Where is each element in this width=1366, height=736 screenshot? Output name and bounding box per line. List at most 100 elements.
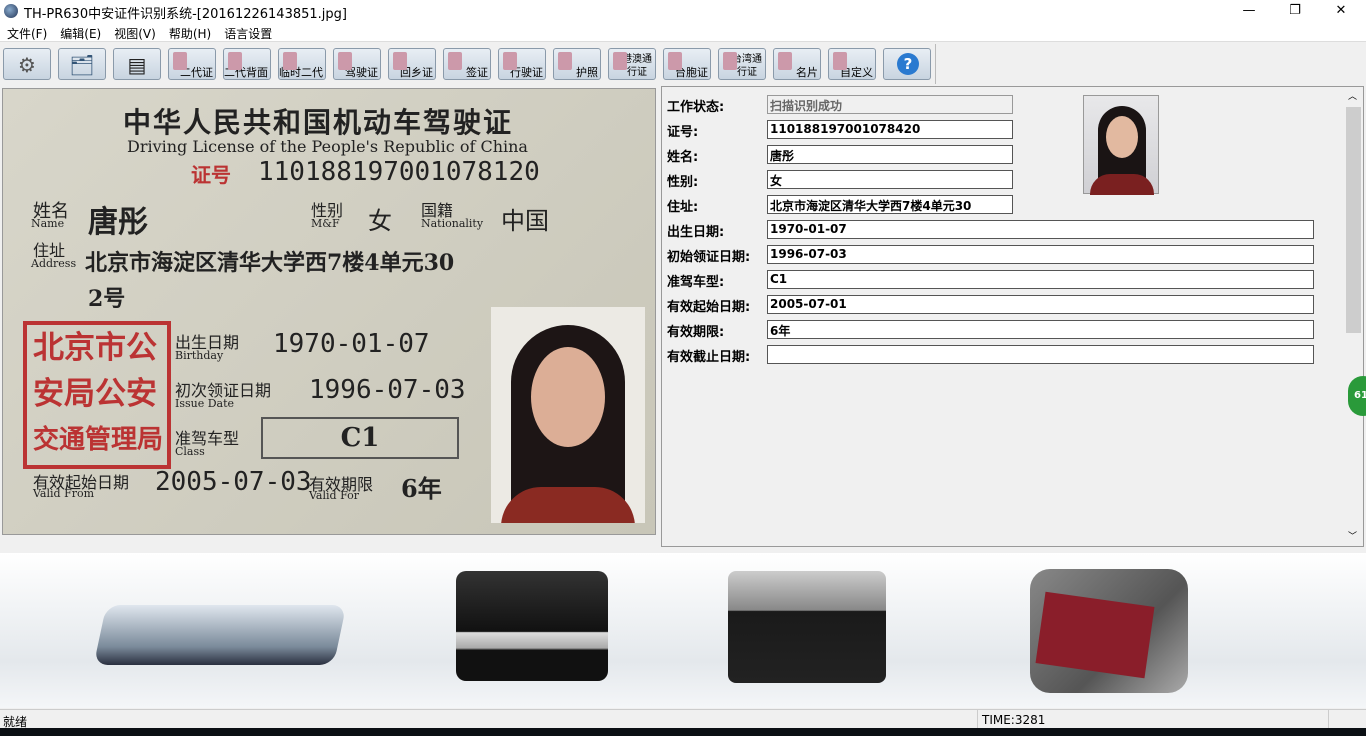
passport-button[interactable]: 护照 — [553, 48, 601, 80]
card-valid-en: Valid From — [33, 487, 95, 500]
business-card-button[interactable]: 名片 — [773, 48, 821, 80]
field-input[interactable]: 1996-07-03 — [767, 245, 1314, 264]
card-title-en: Driving License of the People's Republic… — [127, 137, 528, 156]
card-no-label: 证号 — [191, 163, 231, 187]
menu-file[interactable]: 文件(F) — [0, 22, 53, 42]
field-label: 性别: — [667, 175, 699, 190]
seal-stamp: 北京市公 安局公安 交通管理局 — [23, 321, 171, 469]
card-addr-en: Address — [31, 257, 77, 270]
card-sex: 女 — [368, 207, 392, 235]
status-bar: 就绪 TIME:3281 — [0, 709, 1366, 729]
card-thumbnail-icon — [723, 52, 737, 70]
field-input[interactable]: 110188197001078420 — [767, 120, 1013, 139]
field-input[interactable]: C1 — [767, 270, 1314, 289]
field-label: 住址: — [667, 200, 699, 215]
menu-bar: 文件(F) 编辑(E) 视图(V) 帮助(H) 语言设置 — [0, 22, 1366, 42]
card-nat: 中国 — [501, 207, 549, 235]
scanner-icon: ▤ — [127, 53, 147, 77]
floating-badge[interactable]: 61 — [1348, 376, 1366, 416]
card-birth-en: Birthday — [175, 349, 224, 362]
card-thumbnail-icon — [558, 52, 572, 70]
scan-button[interactable]: ▤ — [113, 48, 161, 80]
help-icon: ? — [897, 53, 919, 75]
temp-id-button[interactable]: 临时二代 — [278, 48, 326, 80]
taiwan-compat-button[interactable]: 台胞证 — [663, 48, 711, 80]
window-title: TH-PR630中安证件识别系统-[20161226143851.jpg] — [24, 7, 347, 22]
minimize-button[interactable]: — — [1226, 0, 1272, 22]
field-label: 初始领证日期: — [667, 250, 751, 265]
title-bar: TH-PR630中安证件识别系统-[20161226143851.jpg] — … — [0, 0, 1366, 22]
menu-help[interactable]: 帮助(H) — [162, 22, 217, 42]
cards-icon: 🗂 — [69, 53, 95, 77]
card-period-en: Valid For — [309, 489, 359, 502]
field-label: 姓名: — [667, 150, 699, 165]
card-name-en: Name — [31, 217, 65, 230]
settings-button[interactable]: ⚙ — [3, 48, 51, 80]
restore-button[interactable]: ❐ — [1272, 0, 1318, 22]
batch-button[interactable]: 🗂 — [58, 48, 106, 80]
field-input[interactable]: 6年 — [767, 320, 1314, 339]
vehicle-license-button[interactable]: 行驶证 — [498, 48, 546, 80]
card-period: 6年 — [401, 474, 442, 503]
taiwan-permit-button[interactable]: 台湾通行证 — [718, 48, 766, 80]
card-thumbnail-icon — [833, 52, 847, 70]
close-button[interactable]: ✕ — [1318, 0, 1364, 22]
card-thumbnail-icon — [503, 52, 517, 70]
field-input[interactable]: 2005-07-01 — [767, 295, 1314, 314]
card-issue: 1996-07-03 — [309, 375, 466, 405]
card-class-en: Class — [175, 445, 205, 458]
extracted-photo — [1083, 95, 1159, 195]
field-label: 有效截止日期: — [667, 350, 751, 365]
toolbar-label: 签证 — [466, 66, 488, 79]
card-title: 中华人民共和国机动车驾驶证 — [123, 106, 514, 139]
card-addr-line2: 2号 — [88, 286, 126, 312]
field-label: 出生日期: — [667, 225, 725, 240]
menu-edit[interactable]: 编辑(E) — [53, 22, 107, 42]
card-nat-en: Nationality — [421, 217, 484, 230]
field-input[interactable]: 扫描识别成功 — [767, 95, 1013, 114]
scroll-down-icon[interactable]: ﹀ — [1348, 529, 1357, 542]
driving-license-button[interactable]: 驾驶证 — [333, 48, 381, 80]
field-label: 准驾车型: — [667, 275, 725, 290]
field-input[interactable] — [767, 345, 1314, 364]
card-name: 唐彤 — [88, 205, 148, 240]
card-birth: 1970-01-07 — [273, 329, 430, 359]
menu-language[interactable]: 语言设置 — [217, 22, 278, 42]
scanned-image-view: 中华人民共和国机动车驾驶证 Driving License of the Peo… — [2, 88, 656, 535]
field-input[interactable]: 北京市海淀区清华大学西7楼4单元30 — [767, 195, 1013, 214]
hk-macau-permit-button[interactable]: 港澳通行证 — [608, 48, 656, 80]
device-banner — [0, 553, 1366, 708]
card-addr-line1: 北京市海淀区清华大学西7楼4单元30 — [85, 250, 455, 276]
app-icon — [4, 4, 18, 18]
home-return-button[interactable]: 回乡证 — [388, 48, 436, 80]
id-card-back-button[interactable]: 二代背面 — [223, 48, 271, 80]
field-label: 工作状态: — [667, 100, 725, 115]
taskbar — [0, 728, 1366, 736]
card-thumbnail-icon — [668, 52, 682, 70]
time-readout: TIME:3281 — [977, 710, 1045, 728]
flatbed-scanner-image — [93, 605, 347, 665]
passport-reader-image — [1030, 569, 1188, 693]
recognition-results-panel: 工作状态: 扫描识别成功 证号: 110188197001078420 姓名: 唐彤 性别:… — [661, 86, 1364, 547]
card-thumbnail-icon — [778, 52, 792, 70]
card-thumbnail-icon — [228, 52, 242, 70]
field-input[interactable]: 唐彤 — [767, 145, 1013, 164]
card-sex-en: M&F — [311, 217, 340, 230]
id-card-2nd-button[interactable]: 二代证 — [168, 48, 216, 80]
field-input[interactable]: 女 — [767, 170, 1013, 189]
card-issue-en: Issue Date — [175, 397, 235, 410]
card-thumbnail-icon — [173, 52, 187, 70]
menu-view[interactable]: 视图(V) — [107, 22, 162, 42]
visa-button[interactable]: 签证 — [443, 48, 491, 80]
help-button[interactable]: ? — [883, 48, 931, 80]
field-label: 有效起始日期: — [667, 300, 751, 315]
card-thumbnail-icon — [613, 52, 627, 70]
card-class: C1 — [261, 417, 459, 459]
card-thumbnail-icon — [448, 52, 462, 70]
toolbar-label: 名片 — [796, 66, 818, 79]
toolbar-label: 护照 — [576, 66, 598, 79]
custom-button[interactable]: 自定义 — [828, 48, 876, 80]
scrollbar-thumb[interactable] — [1346, 107, 1361, 333]
scroll-up-icon[interactable]: ︿ — [1348, 89, 1357, 102]
field-input[interactable]: 1970-01-07 — [767, 220, 1314, 239]
